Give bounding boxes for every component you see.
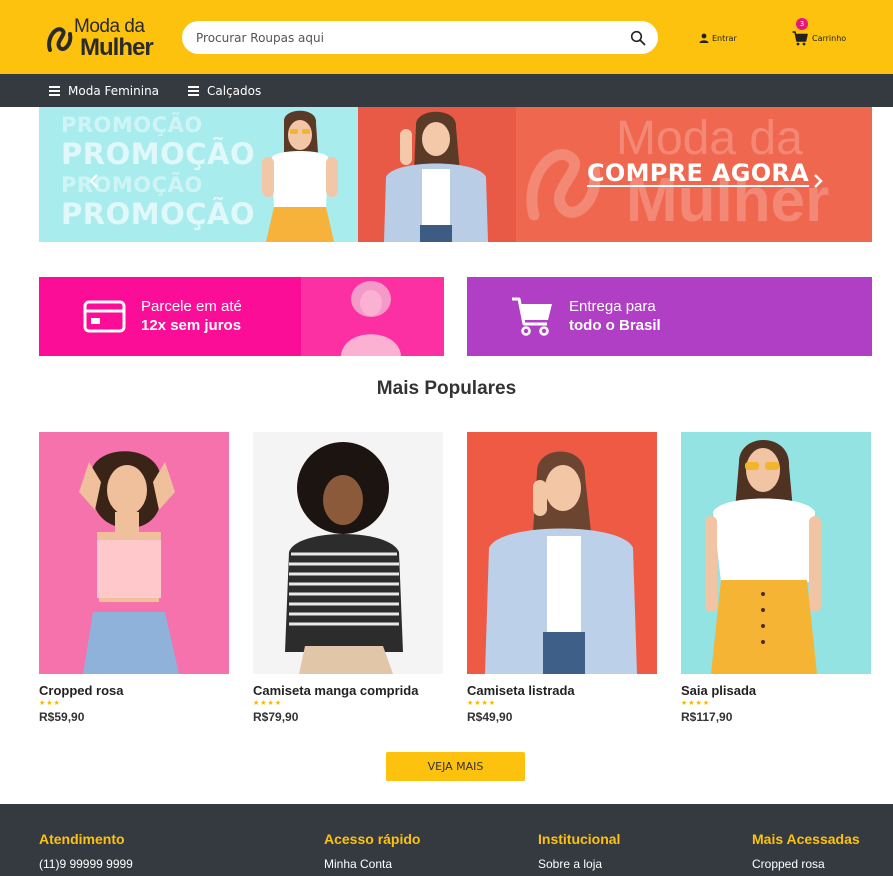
footer-column-acesso-rapido: Acesso rápido Minha Conta (324, 831, 420, 871)
site-logo[interactable]: Moda da Mulher (46, 16, 156, 61)
product-card[interactable]: Camiseta listrada ★★★★ R$49,90 (467, 432, 657, 724)
product-rating: ★★★★ (681, 699, 711, 707)
footer-link[interactable]: Cropped rosa (752, 857, 860, 871)
footer-phone[interactable]: (11)9 99999 9999 (39, 857, 133, 871)
footer-column-atendimento: Atendimento (11)9 99999 9999 (39, 831, 133, 871)
card-line-2: todo o Brasil (569, 317, 661, 334)
card-line-2: 12x sem juros (141, 317, 242, 334)
menu-icon (49, 86, 60, 96)
product-price: R$49,90 (467, 710, 513, 724)
product-image[interactable] (39, 432, 229, 674)
product-card[interactable]: Saia plisada ★★★★ R$117,90 (681, 432, 871, 724)
banner-promo-panel: PROMOÇÃO PROMOÇÃO PROMOÇÃO PROMOÇÃO (39, 107, 358, 242)
footer-heading: Mais Acessadas (752, 831, 860, 847)
product-photo (681, 432, 871, 674)
product-price: R$59,90 (39, 710, 85, 724)
installments-card[interactable]: Parcele em até 12x sem juros (39, 277, 444, 356)
promo-text: PROMOÇÃO (61, 137, 256, 171)
cart-icon (792, 31, 808, 46)
banner-prev-icon[interactable] (89, 173, 99, 189)
product-price: R$79,90 (253, 710, 299, 724)
login-label: Entrar (712, 33, 737, 43)
cart-count-badge: 3 (796, 18, 808, 30)
card-line-1: Parcele em até (141, 298, 242, 315)
cart-label: Carrinho (812, 33, 847, 43)
hero-banner[interactable]: PROMOÇÃO PROMOÇÃO PROMOÇÃO PROMOÇÃO Moda… (39, 107, 872, 242)
product-photo (253, 432, 443, 674)
product-name[interactable]: Cropped rosa (39, 683, 229, 698)
cart-link[interactable]: 3 Carrinho (792, 18, 847, 46)
product-image[interactable] (253, 432, 443, 674)
category-nav: Moda Feminina Calçados (0, 74, 893, 107)
product-card[interactable]: Cropped rosa ★★★ R$59,90 (39, 432, 229, 724)
promo-text: PROMOÇÃO (61, 173, 203, 197)
menu-icon (188, 86, 199, 96)
footer-link[interactable]: Sobre a loja (538, 857, 620, 871)
footer-link[interactable]: Minha Conta (324, 857, 420, 871)
card-line-1: Entrega para (569, 298, 656, 315)
banner-next-icon[interactable] (813, 173, 823, 189)
footer-column-mais-acessadas: Mais Acessadas Cropped rosa (752, 831, 860, 871)
banner-model-panel (358, 107, 516, 242)
footer-heading: Institucional (538, 831, 621, 847)
footer-column-institucional: Institucional Sobre a loja (538, 831, 620, 871)
section-title: Mais Populares (376, 378, 517, 399)
shopping-cart-icon (512, 297, 552, 336)
product-image[interactable] (467, 432, 657, 674)
nav-item-calcados[interactable]: Calçados (188, 74, 261, 107)
watermark-text-top: Moda da (616, 112, 803, 165)
footer-heading: Atendimento (39, 831, 125, 847)
product-rating: ★★★★ (467, 699, 497, 707)
product-name[interactable]: Camiseta manga comprida (253, 683, 443, 698)
search-bar (182, 21, 658, 54)
product-rating: ★★★ (39, 699, 61, 707)
product-name[interactable]: Saia plisada (681, 683, 871, 698)
product-rating: ★★★★ (253, 699, 283, 707)
site-header: Moda da Mulher Entrar 3 Carrinho (0, 0, 893, 74)
search-icon[interactable] (630, 30, 646, 46)
banner-model-image (262, 110, 338, 242)
product-photo (39, 432, 229, 674)
product-card[interactable]: Camiseta manga comprida ★★★★ R$79,90 (253, 432, 443, 724)
product-name[interactable]: Camiseta listrada (467, 683, 657, 698)
credit-card-icon (83, 300, 126, 333)
product-price: R$117,90 (681, 710, 733, 724)
card-model-image (301, 277, 444, 356)
user-icon (699, 33, 709, 43)
product-image[interactable] (681, 432, 871, 674)
banner-model-image (384, 111, 488, 242)
product-photo (467, 432, 657, 674)
shop-now-link[interactable]: COMPRE AGORA (587, 159, 809, 187)
login-link[interactable]: Entrar (699, 33, 737, 43)
nav-item-label: Calçados (207, 83, 262, 98)
logo-text-bottom: Mulher (80, 34, 154, 61)
search-input[interactable] (196, 21, 616, 54)
delivery-card[interactable]: Entrega para todo o Brasil (467, 277, 872, 356)
footer-heading: Acesso rápido (324, 831, 421, 847)
nav-item-moda-feminina[interactable]: Moda Feminina (49, 74, 159, 107)
promo-text: PROMOÇÃO (61, 197, 256, 231)
site-footer: Atendimento (11)9 99999 9999 Acesso rápi… (0, 804, 893, 876)
nav-item-label: Moda Feminina (68, 83, 160, 98)
logo-swirl-icon (47, 27, 73, 52)
promo-text: PROMOÇÃO (61, 113, 203, 137)
see-more-button[interactable]: VEJA MAIS (386, 752, 525, 781)
